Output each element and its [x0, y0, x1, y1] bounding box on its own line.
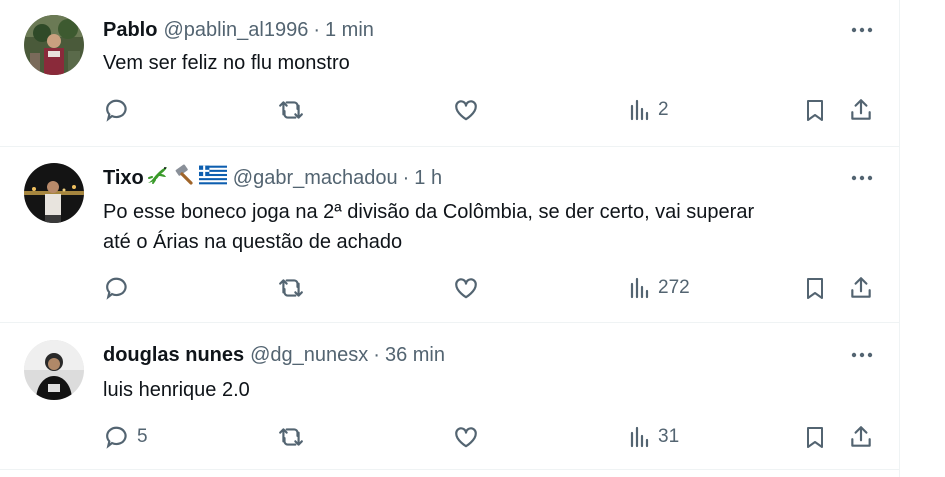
heart-icon	[455, 427, 477, 448]
heart-icon	[455, 100, 477, 121]
views-count: 272	[658, 277, 690, 298]
retweet-icon	[279, 279, 303, 297]
bookmark-icon	[807, 278, 823, 299]
display-name[interactable]: Tixo	[103, 167, 144, 190]
reply-count: 5	[137, 426, 148, 447]
display-name[interactable]: Pablo	[103, 19, 157, 42]
reply-feed: Pablo @pablin_al1996 · 1 min Vem ser fel…	[0, 0, 900, 477]
more-icon	[851, 352, 873, 358]
timestamp[interactable]: 1 h	[414, 167, 442, 190]
reply-icon	[106, 99, 127, 122]
display-name[interactable]: douglas nunes	[103, 344, 244, 367]
username[interactable]: @pablin_al1996	[163, 19, 308, 42]
bookmark-button[interactable]	[803, 424, 827, 450]
tweet-text-line: até o Árias na questão de achado	[103, 231, 403, 253]
greece-flag-icon	[198, 165, 227, 191]
tweet-text: Po esse boneco joga na 2ª divisão da Col…	[103, 197, 754, 257]
separator: ·	[373, 343, 380, 366]
separator: ·	[313, 18, 320, 41]
retweet-button[interactable]	[277, 424, 305, 450]
bookmark-button[interactable]	[803, 275, 827, 301]
share-button[interactable]	[848, 97, 874, 123]
views-button[interactable]: 2	[628, 97, 669, 123]
share-button[interactable]	[848, 424, 874, 450]
heart-icon	[455, 278, 477, 299]
username[interactable]: @gabr_machadou	[233, 167, 398, 190]
more-options-button[interactable]	[848, 16, 876, 44]
share-icon	[851, 426, 871, 447]
hammer-icon	[172, 163, 196, 193]
tweet-text-line: Po esse boneco joga na 2ª divisão da Col…	[103, 201, 755, 223]
separator: ·	[402, 166, 410, 189]
bookmark-icon	[807, 100, 823, 121]
views-count: 2	[658, 99, 669, 120]
tweet-text-line: Vem ser feliz no flu monstro	[103, 52, 350, 74]
bookmark-icon	[807, 427, 823, 448]
like-button[interactable]	[452, 97, 480, 123]
analytics-icon	[630, 277, 649, 299]
more-options-button[interactable]	[848, 164, 876, 192]
tweet-text: luis henrique 2.0	[103, 375, 250, 405]
tweet-item[interactable]: douglas nunes @dg_nunesx · 36 min luis h…	[0, 323, 899, 470]
reply-button[interactable]	[105, 97, 137, 123]
retweet-icon	[279, 101, 303, 119]
like-button[interactable]	[452, 424, 480, 450]
lizard-icon	[145, 163, 171, 193]
tweet-text-line: luis henrique 2.0	[103, 379, 250, 401]
more-options-button[interactable]	[848, 341, 876, 369]
timestamp[interactable]: 36 min	[385, 344, 445, 367]
analytics-icon	[630, 99, 649, 121]
timestamp[interactable]: 1 min	[325, 19, 374, 42]
more-icon	[851, 27, 873, 33]
tweet-item[interactable]: Pablo @pablin_al1996 · 1 min Vem ser fel…	[0, 0, 899, 147]
share-button[interactable]	[848, 275, 874, 301]
share-icon	[851, 277, 871, 298]
retweet-button[interactable]	[277, 275, 305, 301]
retweet-icon	[279, 428, 303, 446]
views-button[interactable]: 272	[628, 275, 690, 301]
reply-icon	[106, 426, 127, 449]
reply-button[interactable]: 5	[105, 424, 148, 450]
avatar[interactable]	[24, 340, 84, 400]
views-count: 31	[658, 426, 680, 447]
avatar[interactable]	[24, 163, 84, 223]
share-icon	[851, 99, 871, 120]
reply-icon	[106, 277, 127, 300]
avatar[interactable]	[24, 15, 84, 75]
bookmark-button[interactable]	[803, 97, 827, 123]
username[interactable]: @dg_nunesx	[250, 344, 368, 367]
tweet-item[interactable]: Tixo @gabr_machadou · 1 h Po esse boneco…	[0, 147, 899, 323]
tweet-header: douglas nunes @dg_nunesx · 36 min	[103, 341, 445, 369]
retweet-button[interactable]	[277, 97, 305, 123]
reply-button[interactable]	[105, 275, 137, 301]
tweet-header: Pablo @pablin_al1996 · 1 min	[103, 16, 374, 44]
more-icon	[851, 175, 873, 181]
tweet-text: Vem ser feliz no flu monstro	[103, 48, 350, 78]
analytics-icon	[630, 426, 649, 448]
views-button[interactable]: 31	[628, 424, 679, 450]
like-button[interactable]	[452, 275, 480, 301]
tweet-header: Tixo @gabr_machadou · 1 h	[103, 164, 442, 192]
